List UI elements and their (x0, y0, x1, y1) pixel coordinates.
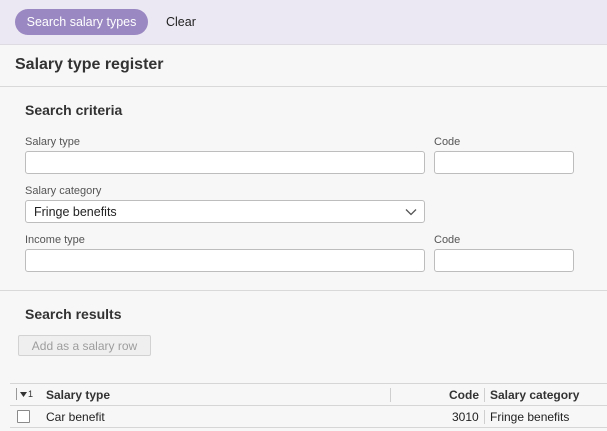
sort-divider (16, 388, 17, 400)
add-as-salary-row-button[interactable]: Add as a salary row (18, 335, 151, 356)
row-checkbox[interactable] (17, 410, 30, 423)
column-divider (390, 388, 391, 402)
clear-button[interactable]: Clear (158, 9, 204, 35)
table-header: 1 Salary type Code Salary category (10, 383, 607, 406)
salary-type-code-input[interactable] (434, 151, 574, 174)
chevron-down-icon (405, 209, 417, 216)
divider (0, 290, 607, 291)
column-header-salary-type[interactable]: Salary type (46, 388, 110, 402)
salary-type-input[interactable] (25, 151, 425, 174)
cell-salary-category: Fringe benefits (490, 410, 570, 424)
salary-category-value: Fringe benefits (34, 204, 117, 219)
page-title: Salary type register (15, 56, 164, 73)
column-header-salary-category[interactable]: Salary category (490, 388, 579, 402)
results-table: 1 Salary type Code Salary category Car b… (10, 383, 607, 428)
salary-category-select[interactable]: Fringe benefits (25, 200, 425, 223)
sort-control[interactable]: 1 (16, 388, 33, 400)
toolbar: Search salary types Clear (0, 0, 607, 45)
search-criteria-title: Search criteria (25, 102, 123, 118)
table-row[interactable]: Car benefit 3010 Fringe benefits (10, 406, 607, 428)
income-type-label: Income type (25, 234, 85, 246)
search-results-title: Search results (25, 306, 122, 322)
cell-salary-type: Car benefit (46, 410, 105, 424)
sort-order: 1 (28, 389, 34, 399)
salary-type-code-label: Code (434, 136, 461, 148)
salary-category-label: Salary category (25, 185, 102, 197)
income-type-input[interactable] (25, 249, 425, 272)
sort-down-icon (20, 391, 27, 397)
income-type-code-label: Code (434, 234, 461, 246)
income-type-code-input[interactable] (434, 249, 574, 272)
divider (0, 86, 607, 87)
column-divider (484, 388, 485, 402)
search-salary-types-button[interactable]: Search salary types (15, 9, 148, 35)
cell-code: 3010 (452, 410, 479, 424)
column-divider (484, 410, 485, 424)
column-header-code[interactable]: Code (449, 388, 479, 402)
salary-type-label: Salary type (25, 136, 81, 148)
